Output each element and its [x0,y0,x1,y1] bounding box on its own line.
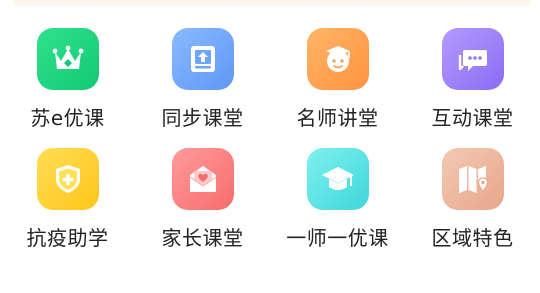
feature-parent-classroom[interactable]: 家长课堂 [135,148,270,268]
upload-tray-icon [171,28,234,90]
feature-regional-highlights[interactable]: 区域特色 [405,148,540,268]
feature-label: 抗疫助学 [26,226,109,250]
shield-plus-icon [36,148,99,210]
feature-label: 名师讲堂 [296,106,379,130]
feature-label: 互动课堂 [431,106,514,130]
map-pin-icon [441,148,504,210]
crown-icon [36,28,99,90]
graduation-cap-icon [306,148,369,210]
teacher-avatar-icon [306,28,369,90]
top-card-edge [12,0,532,6]
feature-label: 同步课堂 [161,106,244,130]
feature-anti-epidemic-study[interactable]: 抗疫助学 [0,148,135,268]
feature-famous-teacher[interactable]: 名师讲堂 [270,28,405,148]
feature-label: 家长课堂 [161,226,244,250]
chat-bubbles-icon [441,28,504,90]
feature-sync-classroom[interactable]: 同步课堂 [135,28,270,148]
feature-label: 苏e优课 [30,106,105,130]
feature-one-teacher-one-lesson[interactable]: 一师一优课 [270,148,405,268]
feature-label: 一师一优课 [286,226,389,250]
feature-label: 区域特色 [431,226,514,250]
feature-interactive-classroom[interactable]: 互动课堂 [405,28,540,148]
feature-grid: 苏e优课 同步课堂 名师讲堂 互动课堂 抗疫助学 家长课堂 一师一优课 区域特色 [0,28,540,268]
feature-su-e-youke[interactable]: 苏e优课 [0,28,135,148]
heart-envelope-icon [171,148,234,210]
